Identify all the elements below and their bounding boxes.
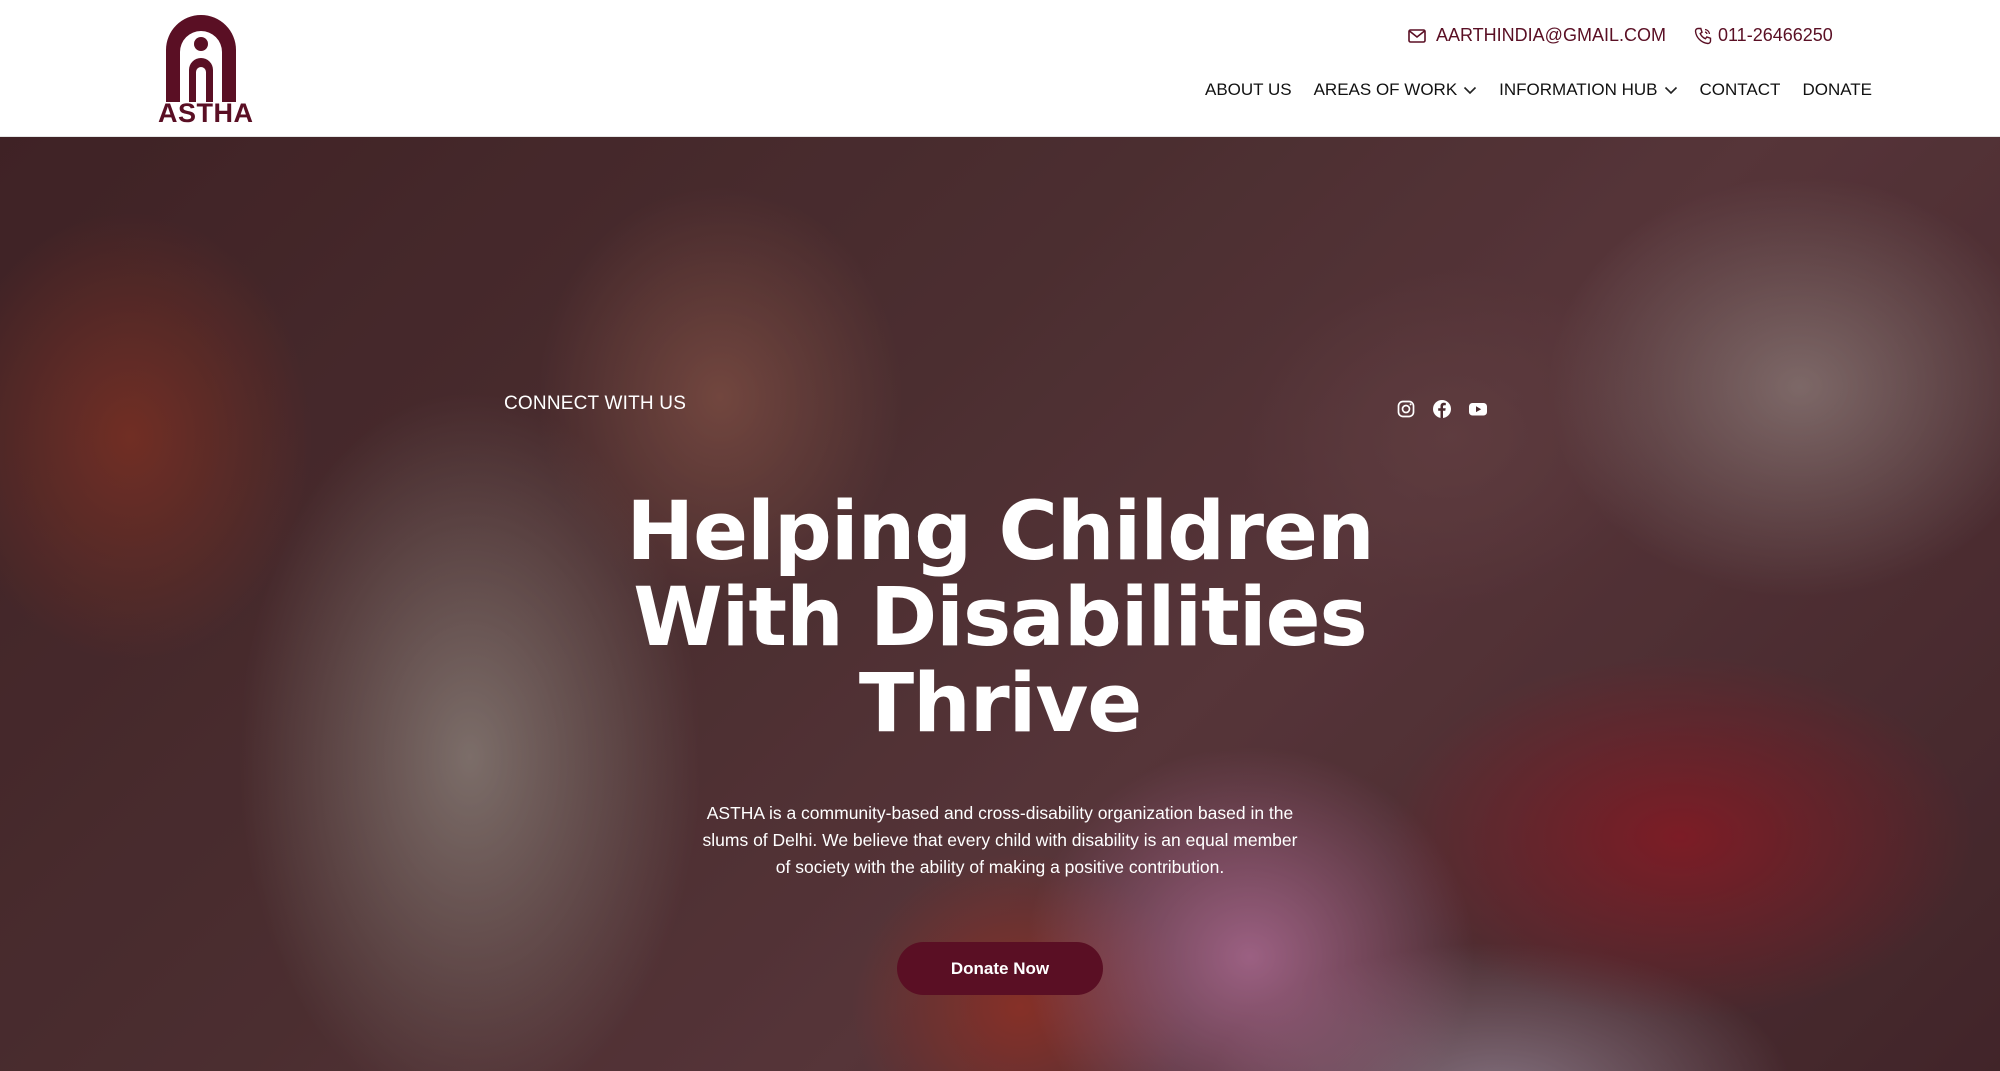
chevron-down-icon <box>1664 86 1677 94</box>
chevron-down-icon <box>1464 86 1477 94</box>
youtube-icon[interactable] <box>1468 399 1488 419</box>
astha-logo[interactable]: ASTHA <box>158 10 254 128</box>
email-text: AARTHINDIA@GMAIL.COM <box>1436 25 1666 45</box>
phone-icon <box>1694 27 1712 44</box>
hero-title: Helping Children With Disabilities Thriv… <box>600 489 1400 747</box>
contact-email[interactable]: AARTHINDIA@GMAIL.COM <box>1408 25 1666 46</box>
nav-label: DONATE <box>1802 80 1873 99</box>
hero-section: CONNECT WITH US Helping Children With Di… <box>0 137 2000 1071</box>
nav-label: INFORMATION HUB <box>1499 80 1658 99</box>
main-nav: ABOUT US AREAS OF WORK INFORMATION HUB C… <box>1205 78 1872 102</box>
hero-title-line: Helping Children <box>626 485 1374 579</box>
donate-now-button[interactable]: Donate Now <box>897 942 1103 995</box>
hero-description: ASTHA is a community-based and cross-dis… <box>702 803 1298 877</box>
logo-text: ASTHA <box>158 98 254 128</box>
hero-title-line: With Disabilities <box>633 571 1367 665</box>
nav-areas-of-work[interactable]: AREAS OF WORK <box>1314 80 1478 100</box>
nav-donate[interactable]: DONATE <box>1802 80 1872 100</box>
nav-information-hub[interactable]: INFORMATION HUB <box>1499 80 1677 100</box>
nav-label: AREAS OF WORK <box>1313 80 1458 99</box>
logo-arch-icon <box>166 15 236 102</box>
hero-title-line: Thrive <box>858 657 1142 751</box>
connect-with-us-label: CONNECT WITH US <box>504 393 687 414</box>
nav-label: ABOUT US <box>1205 80 1292 99</box>
contact-phone[interactable]: 011-26466250 <box>1694 25 1833 46</box>
site-header: ASTHA AARTHINDIA@GMAIL.COM 011-26466250 … <box>0 0 2000 137</box>
facebook-icon[interactable] <box>1432 399 1452 419</box>
nav-about-us[interactable]: ABOUT US <box>1205 80 1292 100</box>
social-links <box>1396 399 1488 419</box>
mail-icon <box>1408 28 1426 43</box>
phone-text: 011-26466250 <box>1718 25 1833 45</box>
nav-contact[interactable]: CONTACT <box>1700 80 1781 100</box>
instagram-icon[interactable] <box>1396 399 1416 419</box>
nav-label: CONTACT <box>1699 80 1781 99</box>
